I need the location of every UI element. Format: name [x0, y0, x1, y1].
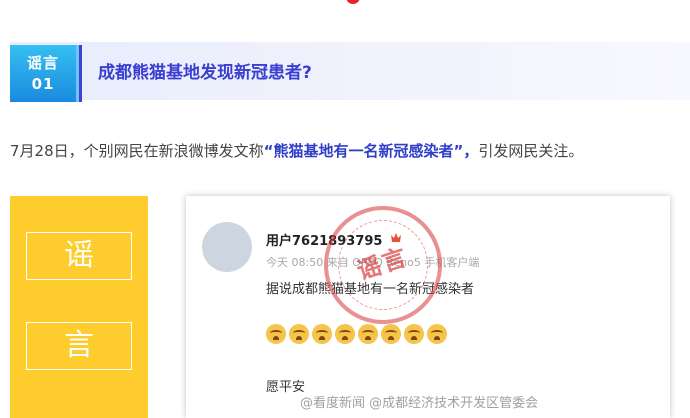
weibo-post-screenshot: 用户7621893795 今天 08:50 来自 OPPO Reno5 手机客户… [186, 190, 670, 418]
crying-emoji-icon [289, 324, 309, 344]
intro-paragraph: 7月28日，个别网民在新浪微博发文称“熊猫基地有一名新冠感染者”，引发网民关注。 [10, 140, 690, 161]
avatar [202, 222, 252, 272]
rumor-stamp: 谣言 [308, 190, 458, 340]
rumor-char-box-1: 谣 [26, 232, 132, 280]
rumor-char-box-2: 言 [26, 322, 132, 370]
source-watermark: @看度新闻 @成都经济技术开发区管委会 [300, 396, 539, 411]
paragraph-lead: 7月28日，个别网民在新浪微博发文称 [10, 142, 264, 160]
crying-emoji-icon [266, 324, 286, 344]
crying-emoji-icon [381, 324, 401, 344]
tag-label: 谣言 [26, 54, 59, 72]
crying-emoji-icon [404, 324, 424, 344]
crying-emoji-icon [312, 324, 332, 344]
crying-emoji-icon [358, 324, 378, 344]
rumor-label-panel: 谣 言 [10, 196, 148, 418]
crying-emoji-icon [335, 324, 355, 344]
emoji-row [266, 324, 450, 346]
crying-emoji-icon [427, 324, 447, 344]
paragraph-highlight: “熊猫基地有一名新冠感染者”， [263, 142, 479, 160]
tag-number: 01 [31, 75, 55, 93]
rumor-number-tag: 谣言 01 [10, 45, 76, 102]
top-accent-dot [346, 0, 360, 4]
rumor-title: 成都熊猫基地发现新冠患者? [98, 63, 312, 83]
paragraph-tail: 引发网民关注。 [478, 142, 584, 160]
